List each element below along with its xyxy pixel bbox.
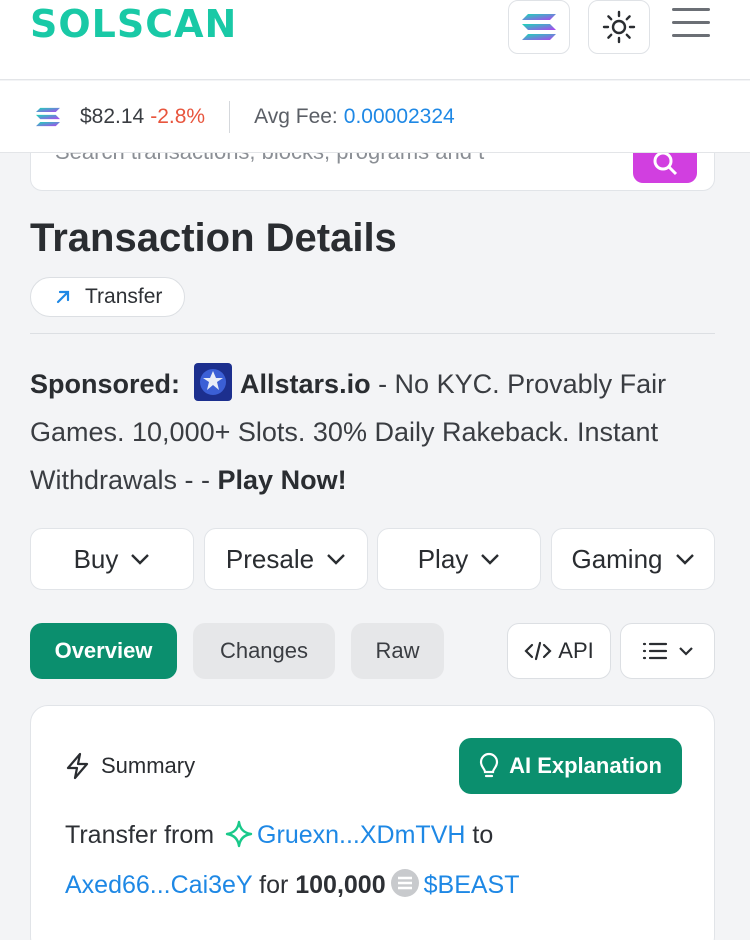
sparkle-icon	[225, 820, 253, 848]
lightning-icon	[66, 752, 89, 780]
top-header: SOLSCAN	[0, 0, 750, 80]
summary-to-word: to	[465, 821, 494, 849]
sponsored-label: Sponsored:	[30, 369, 181, 399]
sponsor-brand-link[interactable]: Allstars.io	[240, 369, 371, 399]
dropdown-label: Play	[417, 543, 469, 574]
chevron-down-icon	[131, 554, 150, 565]
ai-button-label: AI Explanation	[509, 753, 662, 778]
summary-text: Transfer from Gruexn...XDmTVH to Axed66.…	[65, 810, 695, 910]
dropdown-buy[interactable]: Buy	[30, 528, 194, 590]
summary-heading: Summary	[65, 752, 195, 780]
summary-title: Summary	[101, 753, 196, 778]
summary-for-word: for	[252, 871, 296, 899]
theme-toggle-button[interactable]	[588, 0, 650, 54]
solana-icon	[36, 107, 60, 126]
api-label: API	[558, 638, 594, 663]
sponsor-cta-link[interactable]: Play Now!	[218, 465, 347, 495]
summary-prefix: Transfer from	[65, 821, 222, 849]
chevron-down-icon	[481, 554, 500, 565]
allstars-logo-icon	[194, 363, 233, 401]
tab-changes[interactable]: Changes	[193, 623, 335, 679]
divider	[30, 333, 715, 334]
chip-label: Transfer	[85, 285, 163, 308]
sponsored-banner[interactable]: Sponsored: Allstars.io - No KYC. Provably…	[30, 360, 720, 504]
solscan-logo[interactable]: SOLSCAN	[30, 2, 237, 46]
solana-network-button[interactable]	[508, 0, 570, 54]
page-title: Transaction Details	[30, 216, 397, 260]
search-icon	[653, 153, 678, 176]
tab-raw[interactable]: Raw	[351, 623, 444, 679]
list-icon	[642, 642, 667, 660]
search-button[interactable]	[633, 153, 697, 183]
search-placeholder: Search transactions, blocks, programs an…	[55, 153, 484, 165]
tab-overview[interactable]: Overview	[30, 623, 177, 679]
avg-fee-value: 0.00002324	[343, 104, 455, 128]
price-change: -2.8%	[150, 104, 206, 128]
from-address-link[interactable]: Gruexn...XDmTVH	[257, 821, 465, 849]
api-button[interactable]: API	[507, 623, 611, 679]
hamburger-menu-icon[interactable]	[672, 8, 710, 40]
chevron-down-icon	[675, 554, 694, 565]
divider	[229, 100, 231, 133]
view-options-dropdown[interactable]	[620, 623, 715, 679]
solana-icon	[522, 14, 556, 40]
code-icon	[524, 641, 552, 661]
to-address-link[interactable]: Axed66...Cai3eY	[65, 871, 252, 899]
dropdown-gaming[interactable]: Gaming	[551, 528, 715, 590]
price-bar: $82.14 -2.8% Avg Fee: 0.00002324	[0, 81, 750, 153]
dropdown-label: Gaming	[571, 543, 663, 574]
dropdown-label: Buy	[73, 543, 119, 574]
dropdown-play[interactable]: Play	[377, 528, 541, 590]
token-link[interactable]: $BEAST	[424, 871, 520, 899]
ai-explanation-button[interactable]: AI Explanation	[459, 738, 682, 794]
summary-card: Summary AI Explanation Transfer from Gru…	[30, 705, 715, 940]
token-icon	[390, 869, 419, 897]
search-input[interactable]: Search transactions, blocks, programs an…	[30, 153, 715, 191]
transaction-type-chip: Transfer	[30, 277, 186, 317]
sol-price: $82.14	[80, 104, 145, 128]
avg-fee-label: Avg Fee:	[254, 104, 338, 128]
sun-icon	[602, 10, 636, 44]
arrow-up-right-icon	[56, 290, 70, 304]
lightbulb-icon	[479, 752, 499, 778]
dropdown-presale[interactable]: Presale	[204, 528, 368, 590]
transfer-amount: 100,000	[295, 871, 386, 899]
chevron-down-icon	[327, 554, 345, 565]
chevron-down-icon	[678, 647, 693, 656]
dropdown-label: Presale	[225, 543, 315, 574]
